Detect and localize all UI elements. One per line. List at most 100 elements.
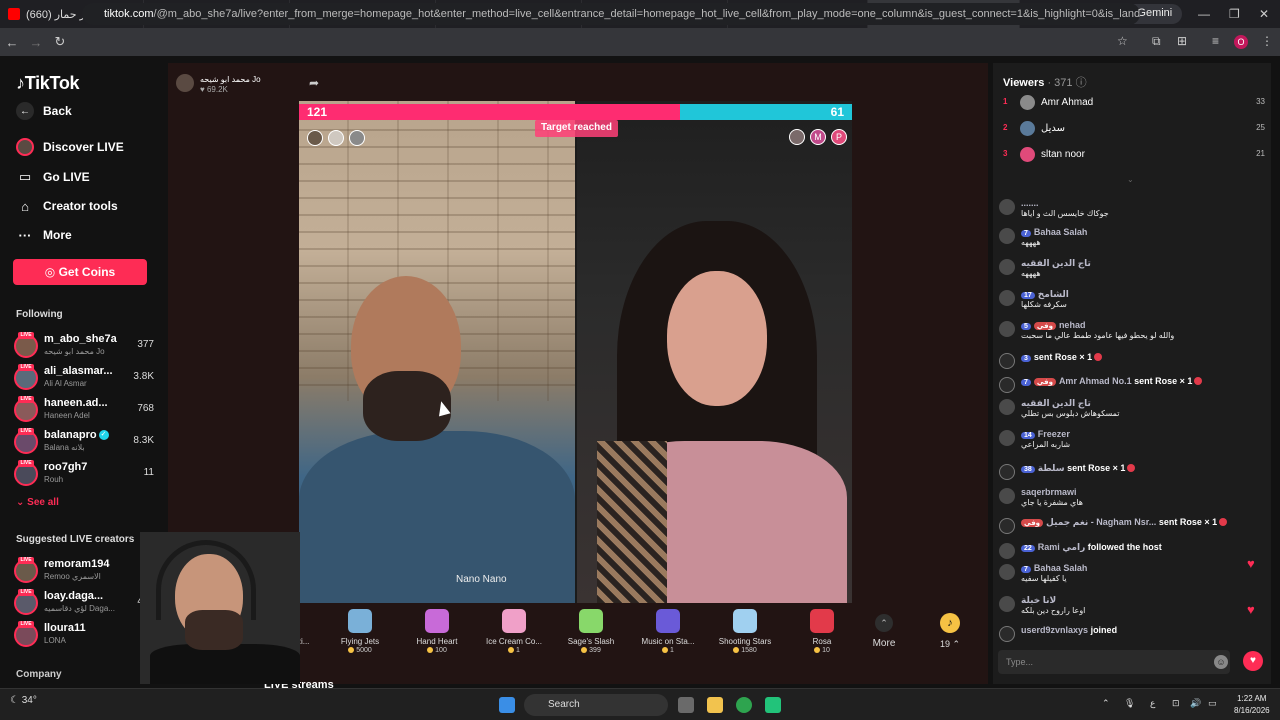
close-window-icon[interactable]: ✕ <box>1259 7 1269 21</box>
chat-message[interactable]: 5 وفي nehad والله لو يحطو فيها عامود طمط ع… <box>999 320 1261 344</box>
nav-go-live[interactable]: ▭ Go LIVE <box>16 168 90 186</box>
chat-message[interactable]: تاج الدين الفقيه تمسكوهاش دبلوس بس تطلي <box>999 398 1261 422</box>
volume-icon[interactable]: 🔊 <box>1190 698 1201 709</box>
chat-message[interactable]: تاج الدين الفقيه ههههه <box>999 258 1261 282</box>
tiktok-logo[interactable]: ♪TikTok <box>16 73 80 94</box>
gift-item[interactable]: Rosa 10 <box>785 606 859 662</box>
start-icon[interactable] <box>499 697 515 713</box>
chat-message[interactable]: saqerbrmawi هاي مشفرة يا جاي <box>999 487 1261 511</box>
gift-item[interactable]: Music on Sta... 1 <box>631 606 705 662</box>
nav-creator-tools[interactable]: ⌂ Creator tools <box>16 197 118 215</box>
tray-chevron-icon[interactable]: ⌃ <box>1102 698 1110 709</box>
chat-message[interactable]: 3 sent Rose × 1 <box>999 352 1261 376</box>
supporter-avatar[interactable]: P <box>831 129 847 145</box>
chat-username[interactable]: لانا خبلة <box>1021 595 1056 605</box>
emoji-icon[interactable]: ☺ <box>1214 655 1228 669</box>
supporter-avatar[interactable]: M <box>810 129 826 145</box>
supporter-avatar[interactable] <box>307 130 323 146</box>
chevron-down-icon[interactable]: ⌄ <box>1127 175 1134 184</box>
creator-item[interactable]: LIVE roo7gh7 Rouh 11 <box>14 460 154 488</box>
forward-arrow-icon[interactable]: → <box>24 35 48 50</box>
taskbar-clock[interactable]: 1:22 AM 8/16/2026 <box>1234 693 1270 717</box>
reload-icon[interactable]: ↻ <box>48 34 72 50</box>
chat-message[interactable]: وفي نغم جميل - Nagham Nsr... sent Rose × … <box>999 517 1261 541</box>
get-coins-button[interactable]: ◎ Get Coins <box>13 259 147 285</box>
chat-username[interactable]: saqerbrmawi <box>1021 487 1077 497</box>
chat-message[interactable]: 7 وفي Amr Ahmad No.1 sent Rose × 1 <box>999 376 1261 400</box>
maximize-icon[interactable]: ❐ <box>1229 7 1240 21</box>
chat-message[interactable]: 14 Freezer شاربه المراعي <box>999 429 1261 453</box>
chat-username[interactable]: سلطة <box>1038 463 1065 473</box>
network-icon[interactable]: ⊡ <box>1172 698 1180 709</box>
puzzle-icon[interactable]: ⊞ <box>1177 34 1187 48</box>
weather-widget[interactable]: ☾ 34° <box>10 695 37 706</box>
language-icon[interactable]: ع <box>1150 698 1155 709</box>
chat-message[interactable]: 17 الشامخ سكرفه شكلها <box>999 289 1261 313</box>
chat-message[interactable]: userd9zvnlaxys joined <box>999 625 1261 649</box>
chat-username[interactable]: تاج الدين الفقيه <box>1021 398 1091 408</box>
chat-username[interactable]: Rami رامي <box>1038 542 1085 552</box>
app-icon[interactable] <box>765 697 781 713</box>
gift-item[interactable]: Hand Heart 100 <box>400 606 474 662</box>
creator-item[interactable]: LIVEloay.daga...لؤي دقاسميه Daga...458 <box>14 589 154 617</box>
top-viewer-row[interactable]: 1 Amr Ahmad 33 <box>1003 95 1265 113</box>
coin-balance-button[interactable]: ♪ 19 ⌃ <box>930 606 970 662</box>
creator-item[interactable]: LIVE lloura11 LONA <box>14 621 154 649</box>
chat-message[interactable]: لانا خبلة اوعا راروح دين بلكه <box>999 595 1261 619</box>
chat-username[interactable]: تاج الدين الفقيه <box>1021 258 1091 268</box>
supporter-avatar[interactable] <box>789 129 805 145</box>
chat-message[interactable]: 7 Bahaa Salah ههههه <box>999 227 1261 251</box>
chrome-icon[interactable] <box>736 697 752 713</box>
chat-avatar <box>999 199 1015 215</box>
chat-message[interactable]: 7 Bahaa Salah يا كفيلها سفيه <box>999 563 1261 587</box>
taskbar-search[interactable]: Search <box>524 694 668 716</box>
battery-icon[interactable]: ▭ <box>1208 698 1217 709</box>
send-heart-button[interactable]: ♥ <box>1243 651 1263 671</box>
chat-message[interactable]: 38 سلطة sent Rose × 1 <box>999 463 1261 487</box>
media-control-icon[interactable]: ≡ <box>1212 34 1219 48</box>
supporter-avatar[interactable] <box>328 130 344 146</box>
chat-username[interactable]: Freezer <box>1038 429 1070 439</box>
nav-more[interactable]: ··· More <box>16 226 72 244</box>
chat-username[interactable]: Bahaa Salah <box>1034 227 1088 237</box>
supporter-avatar[interactable] <box>349 130 365 146</box>
chat-username[interactable]: Amr Ahmad No.1 <box>1059 376 1132 386</box>
chat-input[interactable]: Type... <box>998 650 1230 674</box>
chat-message[interactable]: ....... جوكاك خايسس الث و اياها <box>999 198 1261 222</box>
creator-item[interactable]: LIVE ali_alasmar... Ali Al Asmar 3.8K <box>14 364 154 392</box>
back-arrow-icon[interactable]: ← <box>0 35 24 50</box>
top-viewer-row[interactable]: 3 sltan noor 21 <box>1003 147 1265 165</box>
chat-username[interactable]: الشامخ <box>1038 289 1069 299</box>
creator-item[interactable]: LIVE m_abo_she7a محمد ابو شيحه Jo 377 <box>14 332 154 360</box>
gift-item[interactable]: Flying Jets 5000 <box>323 606 397 662</box>
info-icon[interactable]: ⓘ <box>1076 77 1087 89</box>
chat-username[interactable]: userd9zvnlaxys <box>1021 625 1088 635</box>
task-view-icon[interactable] <box>678 697 694 713</box>
file-explorer-icon[interactable] <box>707 697 723 713</box>
creator-item[interactable]: LIVE balanapro ✓ Balana بلانه 8.3K <box>14 428 154 456</box>
chat-username[interactable]: نغم جميل - Nagham Nsr... <box>1046 517 1156 527</box>
extension-icon[interactable]: ⧉ <box>1152 34 1161 49</box>
company-link[interactable]: Company <box>16 669 62 680</box>
share-icon[interactable]: ➦ <box>309 76 319 90</box>
menu-kebab-icon[interactable]: ⋮ <box>1261 34 1273 48</box>
more-gifts-button[interactable]: ⌃ More <box>862 606 906 662</box>
gift-item[interactable]: Sage's Slash 399 <box>554 606 628 662</box>
nav-discover-live[interactable]: Discover LIVE <box>16 138 124 156</box>
creator-item[interactable]: LIVE haneen.ad... Haneen Adel 768 <box>14 396 154 424</box>
creator-item[interactable]: LIVEremoram194Remoo الاسمري8 <box>14 557 154 585</box>
gift-item[interactable]: Shooting Stars 1580 <box>708 606 782 662</box>
bookmark-star-icon[interactable]: ☆ <box>1117 34 1128 48</box>
url-field[interactable]: tiktok.com/@m_abo_she7a/live?enter_from_… <box>82 3 1140 25</box>
top-viewer-row[interactable]: 2 سديل 25 <box>1003 121 1265 139</box>
back-link[interactable]: ← Back <box>16 102 72 120</box>
profile-avatar[interactable]: O <box>1234 35 1248 49</box>
microphone-icon[interactable]: 🎙 <box>1124 698 1135 709</box>
live-video[interactable] <box>299 101 852 603</box>
see-all-link[interactable]: ⌄ See all <box>16 497 59 508</box>
minimize-icon[interactable]: — <box>1198 7 1210 21</box>
chat-username[interactable]: nehad <box>1059 320 1086 330</box>
chat-username[interactable]: Bahaa Salah <box>1034 563 1088 573</box>
chat-username[interactable]: ....... <box>1021 198 1039 208</box>
gift-item[interactable]: Ice Cream Co... 1 <box>477 606 551 662</box>
